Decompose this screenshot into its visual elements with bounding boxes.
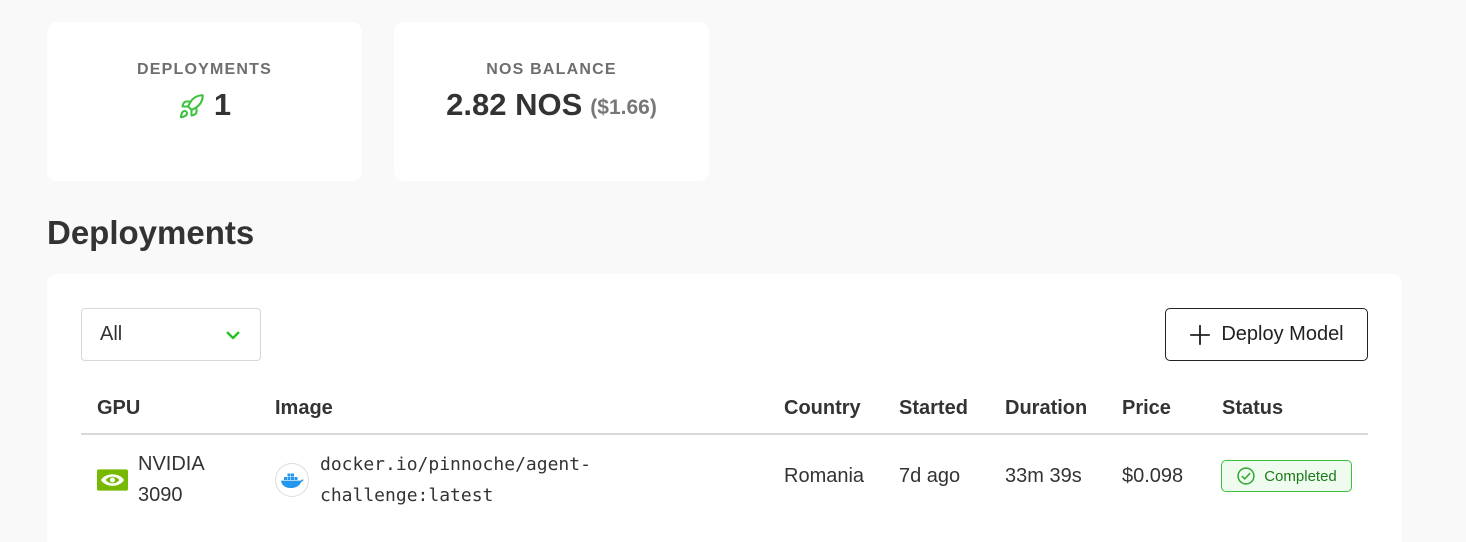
status-badge: Completed: [1221, 460, 1352, 492]
deploy-model-button[interactable]: Deploy Model: [1165, 308, 1368, 361]
status-filter-value: All: [100, 323, 123, 345]
docker-avatar: [275, 463, 309, 497]
balance-stat-value-row: 2.82 NOS ($1.66): [394, 87, 709, 123]
rocket-icon: [179, 93, 204, 118]
column-header-gpu[interactable]: GPU: [97, 397, 140, 420]
gpu-name-line1: NVIDIA: [138, 453, 205, 475]
image-name-line2: challenge:latest: [320, 485, 494, 506]
deployments-count: 1: [213, 87, 232, 122]
balance-stat-label: NOS BALANCE: [486, 61, 617, 78]
image-name-line1: docker.io/pinnoche/agent-: [320, 454, 591, 475]
deployments-table: GPU Image Country Started Duration Price…: [81, 385, 1368, 525]
deployments-stat-label: DEPLOYMENTS: [137, 61, 272, 78]
chevron-down-icon: [226, 331, 240, 339]
deployments-stat-card: DEPLOYMENTS 1: [47, 22, 362, 181]
column-header-country[interactable]: Country: [784, 397, 861, 420]
table-header: GPU Image Country Started Duration Price…: [81, 385, 1368, 435]
column-header-duration[interactable]: Duration: [1005, 397, 1087, 420]
section-title: Deployments: [47, 214, 255, 251]
status-filter-select[interactable]: All: [81, 308, 261, 361]
deployments-panel: All Deploy Model GPU Image Country Start…: [47, 274, 1402, 542]
docker-icon: [281, 473, 304, 488]
price-cell: $0.098: [1122, 465, 1184, 487]
balance-nos-value: 2.82 NOS: [446, 87, 583, 122]
balance-stat-card: NOS BALANCE 2.82 NOS ($1.66): [394, 22, 709, 181]
deployments-stat-value-row: 1: [47, 87, 362, 123]
gpu-name-line2: 3090: [138, 484, 183, 506]
plus-icon: [1190, 324, 1211, 345]
column-header-price[interactable]: Price: [1122, 397, 1171, 420]
gpu-name: NVIDIA 3090: [138, 449, 228, 511]
column-header-status[interactable]: Status: [1222, 397, 1283, 420]
balance-usd-value: ($1.66): [590, 96, 657, 119]
nvidia-icon: [97, 469, 128, 491]
table-row[interactable]: NVIDIA 3090 docker.io/pinnoche/agent- ch…: [81, 435, 1368, 525]
started-cell: 7d ago: [899, 465, 961, 487]
column-header-image[interactable]: Image: [275, 397, 333, 420]
column-header-started[interactable]: Started: [899, 397, 968, 420]
duration-cell: 33m 39s: [1005, 465, 1082, 487]
check-circle-icon: [1237, 467, 1255, 485]
country-cell: Romania: [784, 465, 865, 487]
status-label: Completed: [1264, 467, 1337, 485]
gpu-cell: NVIDIA 3090: [97, 449, 228, 511]
image-cell: docker.io/pinnoche/agent- challenge:late…: [275, 449, 620, 511]
deploy-model-label: Deploy Model: [1221, 323, 1344, 345]
image-name: docker.io/pinnoche/agent- challenge:late…: [320, 449, 620, 511]
